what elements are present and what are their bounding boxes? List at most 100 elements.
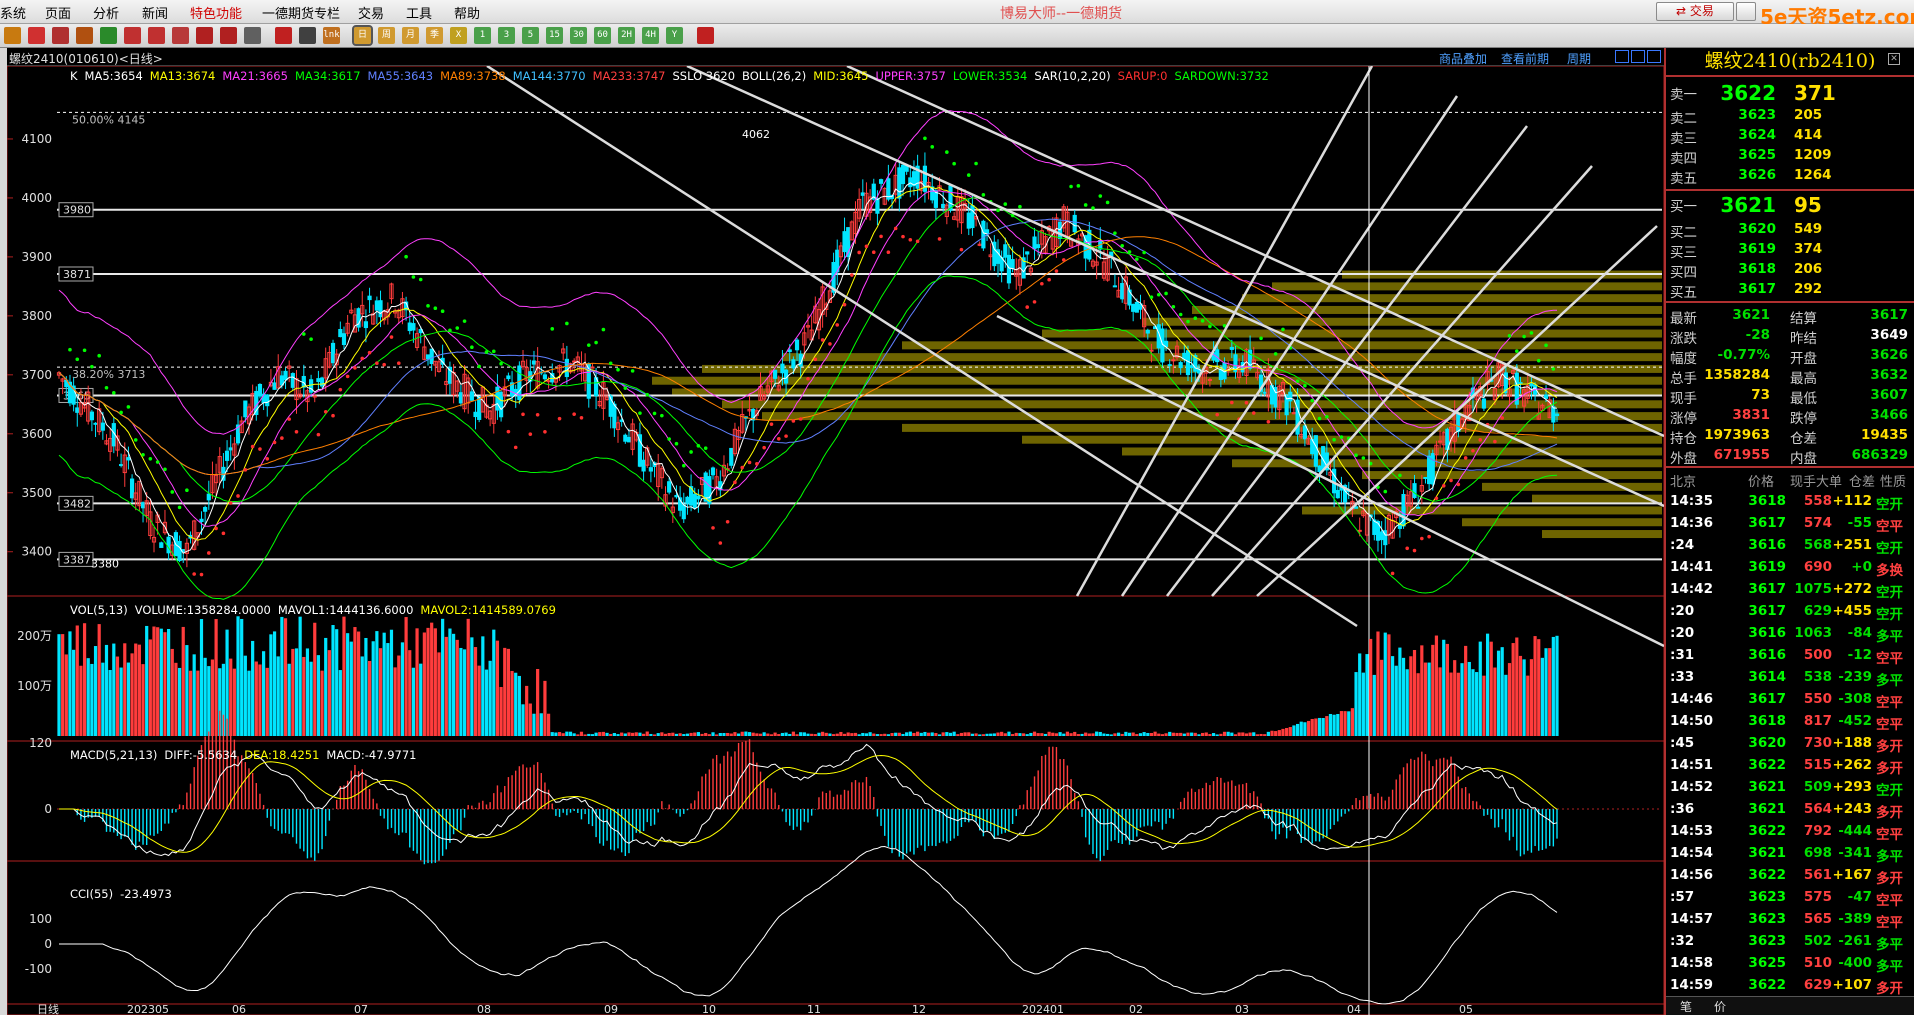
pen-icon[interactable] [220,27,237,44]
tab-ticks[interactable]: 笔 [1680,998,1692,1015]
volume-bar [448,628,452,736]
indicator-value: MACD:-47.9771 [326,748,417,762]
menu-news[interactable]: 新闻 [142,3,168,22]
candle-body [316,378,321,383]
volume-bar [1328,713,1333,736]
candle-body [1456,412,1461,432]
sar-dot [499,361,503,366]
menu-tools[interactable]: 工具 [406,3,432,22]
sar-dot [294,429,299,434]
volume-bar [477,665,481,736]
candle-body [908,177,913,188]
sar-dot [966,173,971,177]
time-axis-label: 12 [912,1003,926,1015]
draw-icon[interactable] [299,27,316,44]
year-icon[interactable]: Y [666,27,683,44]
min30-icon[interactable]: 30 [570,27,587,44]
daily-icon[interactable]: 日 [352,25,373,46]
cycle-link[interactable]: 周期 [1567,50,1591,67]
tick-volume: 568 [1803,537,1832,553]
candle-body [981,220,986,249]
restore-icon[interactable] [1631,50,1645,63]
zoom-in-icon[interactable] [124,27,141,44]
tick-volume: 1063 [1794,625,1832,641]
menu-yide-column[interactable]: 一德期货专栏 [262,3,340,22]
volume-bar [1431,644,1435,736]
sar-dot [1412,548,1417,553]
volume-bar [1054,733,1059,736]
tick-time: :24 [1670,537,1695,553]
tick-price: 3623 [1748,911,1786,927]
chart-icon[interactable] [275,27,292,44]
min1-icon[interactable]: 1 [474,27,491,44]
ask-volume: 371 [1794,81,1836,105]
sar-dot [1215,412,1220,417]
min15-icon[interactable]: 15 [546,27,563,44]
volume-bar [561,733,565,736]
min60-icon[interactable]: 60 [594,27,611,44]
stat-label: 幅度 [1670,351,1697,367]
candle-body [257,383,263,397]
menu-analysis[interactable]: 分析 [93,3,119,22]
tab-price[interactable]: 价 [1714,998,1726,1015]
ticks-header-price: 价格 [1748,475,1775,490]
min3-icon[interactable]: 3 [498,27,515,44]
min5-icon[interactable]: 5 [522,27,539,44]
tick-volume: 1075 [1794,581,1832,597]
weekly-icon[interactable]: 周 [378,27,395,44]
volume-bar [1098,731,1102,736]
refresh-icon[interactable] [100,27,117,44]
sar-dot [908,237,913,242]
zoom-out-icon[interactable] [148,27,165,44]
volume-bar [236,616,240,736]
volume-bar [824,732,828,736]
menu-features[interactable]: 特色功能 [190,3,242,22]
sar-dot [148,456,153,461]
volume-bar [1179,732,1183,736]
grid-icon[interactable] [244,27,261,44]
indicator-value: DIFF:-5.5634 [164,748,238,762]
monthly-icon[interactable]: 月 [402,27,419,44]
trade-button[interactable]: ⇄ 交易 [1656,2,1734,21]
sar-dot [1515,349,1519,353]
indicator-value: K [70,69,78,83]
menu-help[interactable]: 帮助 [454,3,480,22]
menu-page[interactable]: 页面 [45,3,71,22]
line-icon[interactable]: lnk [323,27,340,44]
calc-icon[interactable] [697,27,714,44]
bid-price: 3619 [1738,241,1776,257]
volume-bar [1321,718,1325,736]
report-icon[interactable] [76,27,93,44]
hour4-icon[interactable]: 4H [642,27,659,44]
sar-dot [1427,534,1431,539]
kline-chart[interactable]: 4100 4000 3900 3800 3700 3600 3500 3400 3980 3871… [7,66,1664,1015]
history-link[interactable]: 查看前期 [1501,50,1549,67]
volume-bar [857,734,861,736]
tool-icon[interactable] [172,27,189,44]
layout-icon[interactable] [1615,50,1629,63]
menu-trade[interactable]: 交易 [358,3,384,22]
sar-dot [1390,571,1395,576]
volume-bar [1062,733,1066,736]
period-x-icon[interactable]: X [450,27,467,44]
quote-icon[interactable] [52,27,69,44]
tick-oi-diff: -389 [1838,911,1872,927]
hour2-icon[interactable]: 2H [618,27,635,44]
window-button[interactable] [1736,2,1756,21]
tick-volume: 564 [1803,801,1832,817]
quarter-icon[interactable]: 季 [426,27,443,44]
volume-bar [780,732,785,736]
menu-system[interactable]: 系统 [0,3,26,22]
close-quote-icon[interactable]: ✕ [1888,53,1900,65]
volume-bar [1398,647,1402,736]
open-icon[interactable] [4,27,21,44]
home-icon[interactable] [28,27,45,44]
volume-bar [130,653,134,736]
sar-dot [133,438,138,442]
overlay-link[interactable]: 商品叠加 [1439,50,1487,67]
trade-icon: ⇄ [1676,4,1690,18]
filter-icon[interactable] [196,27,213,44]
volume-bar [912,732,916,736]
tick-time: 14:51 [1670,757,1713,773]
close-panel-icon[interactable] [1647,50,1661,63]
